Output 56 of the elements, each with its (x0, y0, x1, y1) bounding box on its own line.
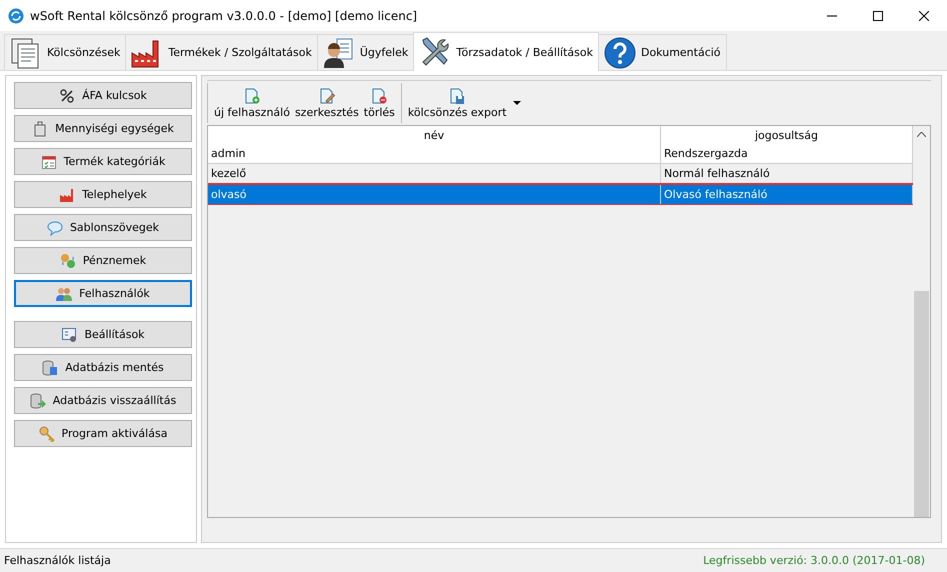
sidebar-button[interactable]: ÁFA kulcsok (14, 82, 192, 109)
table-cell: kezelő (208, 164, 660, 184)
document-add-icon (244, 88, 260, 104)
table-row[interactable]: admin Rendszergazda (208, 144, 912, 164)
weight-icon (32, 120, 48, 136)
table-cell: Olvasó felhasználó (660, 184, 912, 204)
database-restore-icon (30, 392, 46, 408)
factory-icon (59, 186, 76, 202)
scroll-thumb[interactable] (914, 291, 929, 517)
tab[interactable]: Ügyfelek (316, 34, 414, 70)
sidebar-button[interactable]: Sablonszövegek (14, 214, 192, 241)
maximize-icon (873, 10, 883, 20)
tab[interactable]: Kölcsönzések (4, 34, 126, 70)
tab[interactable]: Dokumentáció (598, 34, 727, 70)
sidebar-button[interactable]: Telephelyek (14, 181, 192, 208)
close-icon (919, 10, 929, 20)
calendar-icon (40, 154, 57, 170)
settings-window-icon (61, 326, 78, 342)
sidebar-button[interactable]: Program aktiválása (14, 420, 192, 447)
toolbar-button[interactable]: új felhasználó (212, 88, 292, 118)
scroll-up-icon (917, 132, 926, 137)
person-icon (322, 36, 355, 68)
tab[interactable]: Törzsadatok / Beállítások (413, 32, 599, 71)
table-cell: Normál felhasználó (660, 164, 912, 184)
sidebar-button[interactable]: Termék kategóriák (14, 148, 192, 175)
app-icon (8, 8, 24, 24)
key-icon (38, 426, 55, 442)
table-cell: admin (208, 144, 660, 164)
toolbar-button[interactable]: törlés (362, 88, 397, 118)
document-remove-icon (371, 88, 388, 104)
table-row[interactable]: olvasó Olvasó felhasználó (208, 184, 912, 204)
sidebar-button[interactable]: Mennyiségi egységek (14, 115, 192, 142)
toolbar-button[interactable]: szerkesztés (292, 88, 361, 118)
document-pencil-icon (318, 88, 335, 104)
sidebar-button[interactable]: Beállítások (14, 321, 192, 348)
percent-icon (59, 88, 76, 104)
toolbar-button[interactable]: kölcsönzés export (406, 88, 523, 118)
sidebar-button[interactable]: Adatbázis visszaállítás (14, 387, 192, 414)
caret-icon (512, 101, 521, 105)
window-title: wSoft Rental kölcsönző program v3.0.0.0 - [demo] [demo licenc] (30, 8, 418, 22)
speech-bubble-icon (46, 220, 63, 236)
tab[interactable]: Termékek / Szolgáltatások (125, 34, 318, 70)
document-save-icon (449, 88, 466, 104)
table-cell: Rendszergazda (660, 144, 912, 164)
database-save-icon (42, 360, 58, 376)
users-icon (56, 286, 72, 302)
sidebar-button[interactable]: Pénznemek (14, 247, 192, 274)
help-icon (604, 36, 636, 68)
table-cell: olvasó (208, 184, 660, 204)
column-header[interactable]: név (208, 126, 660, 144)
column-header[interactable]: jogosultság (660, 126, 912, 144)
version-text: Legfrissebb verzió: 3.0.0.0 (2017-01-08) (703, 554, 925, 567)
sidebar-button[interactable]: Felhasználók (14, 280, 192, 307)
table-row[interactable]: kezelő Normál felhasználó (208, 164, 912, 184)
sidebar-button[interactable]: Adatbázis mentés (14, 354, 192, 381)
status-text: Felhasználók listája (4, 554, 111, 567)
